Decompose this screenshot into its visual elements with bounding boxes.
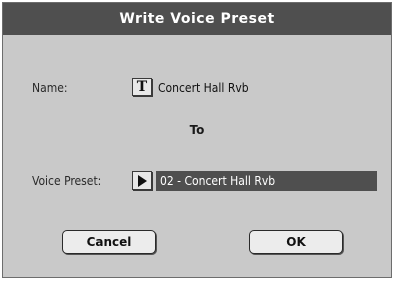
cancel-button[interactable]: Cancel xyxy=(62,230,156,254)
name-value: Concert Hall Rvb xyxy=(158,81,249,95)
ok-button[interactable]: OK xyxy=(249,230,343,254)
write-voice-preset-dialog: Write Voice Preset Name: T Concert Hall … xyxy=(2,2,392,278)
to-label: To xyxy=(189,123,205,137)
text-edit-icon[interactable]: T xyxy=(132,78,152,96)
voice-preset-menu-button[interactable] xyxy=(132,171,152,190)
voice-preset-field[interactable]: 02 - Concert Hall Rvb xyxy=(156,171,377,191)
voice-preset-label: Voice Preset: xyxy=(32,174,102,188)
triangle-right-icon xyxy=(138,175,147,187)
dialog-title: Write Voice Preset xyxy=(3,3,391,35)
name-label: Name: xyxy=(32,81,68,95)
